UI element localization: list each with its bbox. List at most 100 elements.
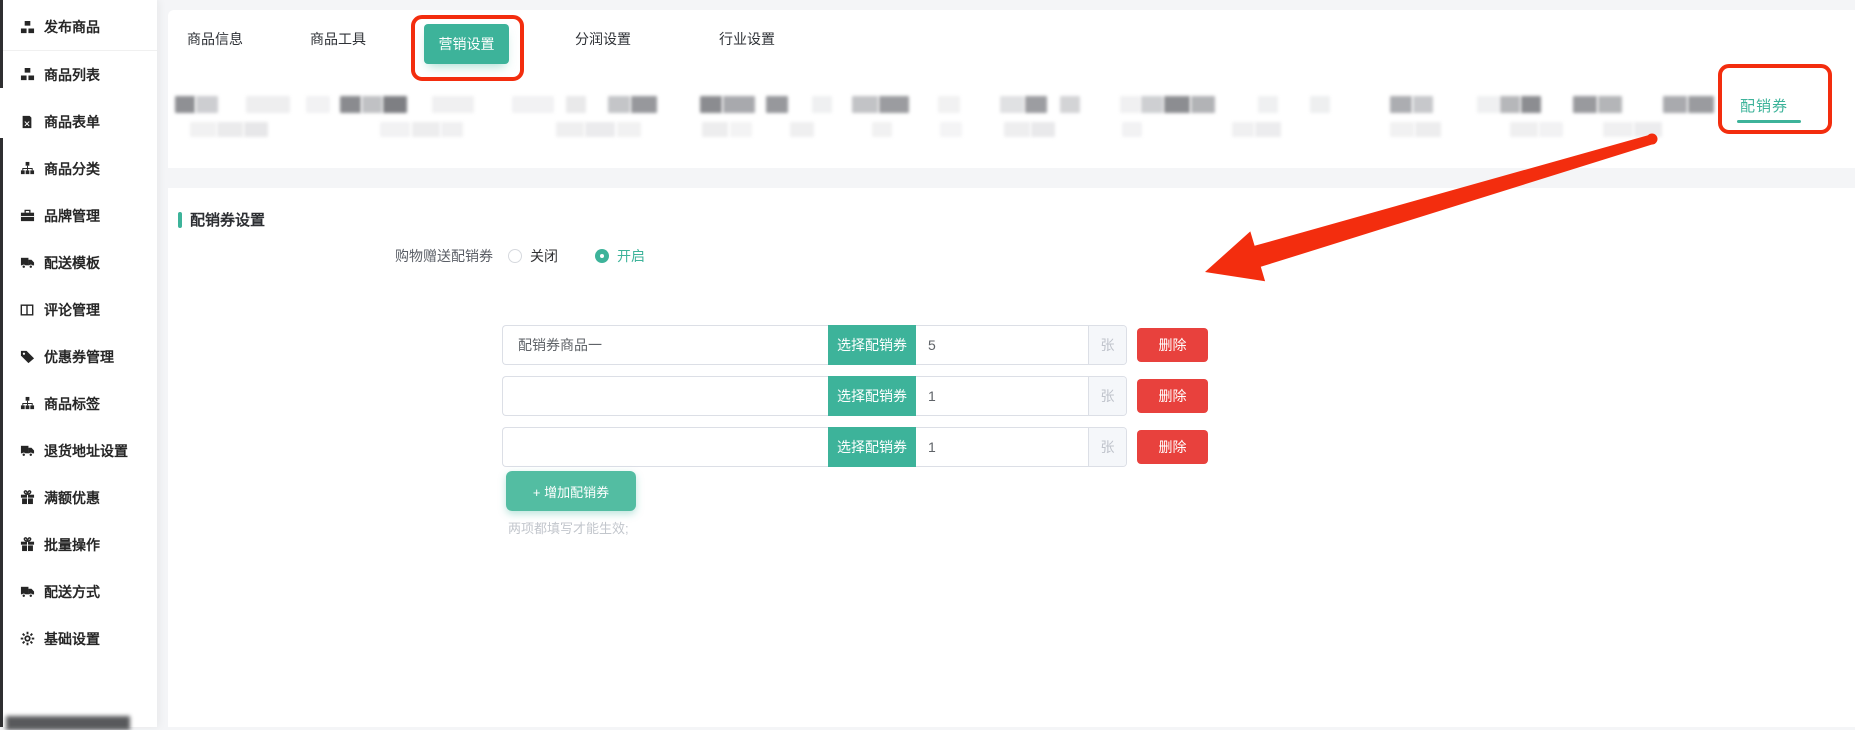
select-coupon-button[interactable]: 选择配销券 — [828, 376, 916, 416]
redacted-subtab-text — [1634, 122, 1662, 137]
sidebar-item-13[interactable]: 配送方式 — [0, 568, 157, 615]
redacted-subtab-text — [340, 96, 361, 113]
coupon-qty-input[interactable]: 1 张 — [916, 427, 1127, 467]
redacted-subtab-text — [879, 96, 909, 113]
sidebar-item-11[interactable]: 满额优惠 — [0, 474, 157, 521]
coupon-qty-input[interactable]: 1 张 — [916, 376, 1127, 416]
sidebar-item-label: 满额优惠 — [44, 488, 100, 508]
gear-icon — [19, 631, 35, 647]
redacted-subtab-text — [244, 122, 268, 137]
window-edge — [0, 0, 3, 88]
subtab-coupon[interactable]: 配销券 — [1740, 95, 1788, 116]
redacted-content — [6, 716, 130, 730]
sidebar-list: 发布商品 商品列表 商品表单 商品分类 品牌管理 配送模板 评论管理 优惠券管理… — [0, 0, 157, 662]
coupon-rows: 配销券商品一 选择配销券 5 张 删除 选择配销券 1 张 删除 选择配销券 1… — [502, 325, 1208, 478]
redacted-subtab-text — [1031, 122, 1055, 137]
delete-button[interactable]: 删除 — [1137, 430, 1208, 464]
redacted-subtab-text — [1164, 96, 1190, 113]
coupon-qty-value: 1 — [916, 428, 1088, 466]
sitemap-icon — [19, 161, 35, 177]
file-icon — [19, 114, 35, 130]
redacted-subtab-text — [432, 96, 474, 113]
sidebar-item-label: 品牌管理 — [44, 206, 100, 226]
radio-circle-icon — [508, 249, 522, 263]
sidebar-item-4[interactable]: 商品分类 — [0, 145, 157, 192]
tab-1[interactable]: 商品信息 — [187, 29, 243, 49]
tab-5[interactable]: 行业设置 — [719, 29, 775, 49]
sidebar-item-2[interactable]: 商品列表 — [0, 51, 157, 98]
sidebar-item-5[interactable]: 品牌管理 — [0, 192, 157, 239]
tab-3-active[interactable]: 营销设置 — [424, 24, 509, 64]
redacted-subtab-text — [1573, 96, 1597, 113]
redacted-subtab-text — [196, 96, 218, 113]
sidebar-item-label: 配送模板 — [44, 253, 100, 273]
redacted-subtab-text — [1663, 96, 1687, 113]
coupon-qty-input[interactable]: 5 张 — [916, 325, 1127, 365]
add-coupon-button[interactable]: + 增加配销券 — [506, 471, 636, 511]
sidebar-item-9[interactable]: 商品标签 — [0, 380, 157, 427]
gift-icon — [19, 490, 35, 506]
unit-label: 张 — [1088, 326, 1126, 364]
coupon-product-input[interactable]: 配销券商品一 — [502, 325, 828, 365]
sidebar-item-14[interactable]: 基础设置 — [0, 615, 157, 662]
coupon-qty-value: 1 — [916, 377, 1088, 415]
tab-4[interactable]: 分润设置 — [575, 29, 631, 49]
gift-icon — [19, 537, 35, 553]
redacted-subtab-text — [790, 122, 814, 137]
redacted-subtab-text — [1510, 122, 1538, 137]
redacted-subtab-text — [766, 96, 788, 113]
radio-selected-icon — [595, 249, 609, 263]
sidebar-item-6[interactable]: 配送模板 — [0, 239, 157, 286]
redacted-subtab-text — [608, 96, 630, 113]
redacted-subtab-text — [872, 122, 892, 137]
section-accent-bar — [178, 212, 182, 228]
redacted-subtab-text — [441, 122, 463, 137]
tab-2[interactable]: 商品工具 — [310, 29, 366, 49]
columns-icon — [19, 302, 35, 318]
delete-button[interactable]: 删除 — [1137, 328, 1208, 362]
redacted-subtab-text — [362, 96, 382, 113]
sidebar-item-3[interactable]: 商品表单 — [0, 98, 157, 145]
redacted-subtab-text — [1122, 122, 1142, 137]
unit-label: 张 — [1088, 377, 1126, 415]
redacted-subtab-text — [852, 96, 878, 113]
redacted-subtab-text — [175, 96, 195, 113]
redacted-subtab-text — [512, 96, 554, 113]
redacted-subtab-text — [1413, 96, 1433, 113]
redacted-subtab-text — [1120, 96, 1140, 113]
radio-on[interactable]: 开启 — [595, 246, 645, 266]
sitemap-icon — [19, 396, 35, 412]
sidebar-item-label: 批量操作 — [44, 535, 100, 555]
sidebar-item-1[interactable]: 发布商品 — [0, 4, 157, 51]
section-header: 配销券设置 — [178, 209, 265, 230]
sidebar-item-7[interactable]: 评论管理 — [0, 286, 157, 333]
redacted-subtab-text — [383, 96, 407, 113]
select-coupon-button[interactable]: 选择配销券 — [828, 325, 916, 365]
redacted-subtab-text — [1025, 96, 1047, 113]
gift-coupon-label: 购物赠送配销券 — [383, 246, 493, 266]
radio-off[interactable]: 关闭 — [508, 246, 558, 266]
redacted-subtab-text — [812, 96, 832, 113]
truck-icon — [19, 255, 35, 271]
redacted-subtab-text — [1415, 122, 1441, 137]
coupon-product-input[interactable] — [502, 376, 828, 416]
redacted-subtab-text — [1500, 96, 1520, 113]
redacted-subtab-text — [1000, 96, 1024, 113]
redacted-subtab-text — [700, 96, 722, 113]
helper-text: 两项都填写才能生效; — [508, 518, 629, 537]
sidebar-item-10[interactable]: 退货地址设置 — [0, 427, 157, 474]
sidebar-item-12[interactable]: 批量操作 — [0, 521, 157, 568]
coupon-product-input[interactable] — [502, 427, 828, 467]
redacted-subtab-text — [1539, 122, 1563, 137]
redacted-subtab-text — [1255, 122, 1281, 137]
tab-panel: 商品信息 商品工具 营销设置 分润设置 行业设置 配销券 — [168, 10, 1855, 168]
truck-icon — [19, 584, 35, 600]
delete-button[interactable]: 删除 — [1137, 379, 1208, 413]
redacted-subtab-text — [631, 96, 657, 113]
select-coupon-button[interactable]: 选择配销券 — [828, 427, 916, 467]
redacted-subtab-text — [1232, 122, 1254, 137]
sidebar-item-8[interactable]: 优惠券管理 — [0, 333, 157, 380]
radio-on-label: 开启 — [617, 246, 645, 266]
sidebar-item-label: 优惠券管理 — [44, 347, 114, 367]
redacted-subtab-text — [1603, 122, 1633, 137]
